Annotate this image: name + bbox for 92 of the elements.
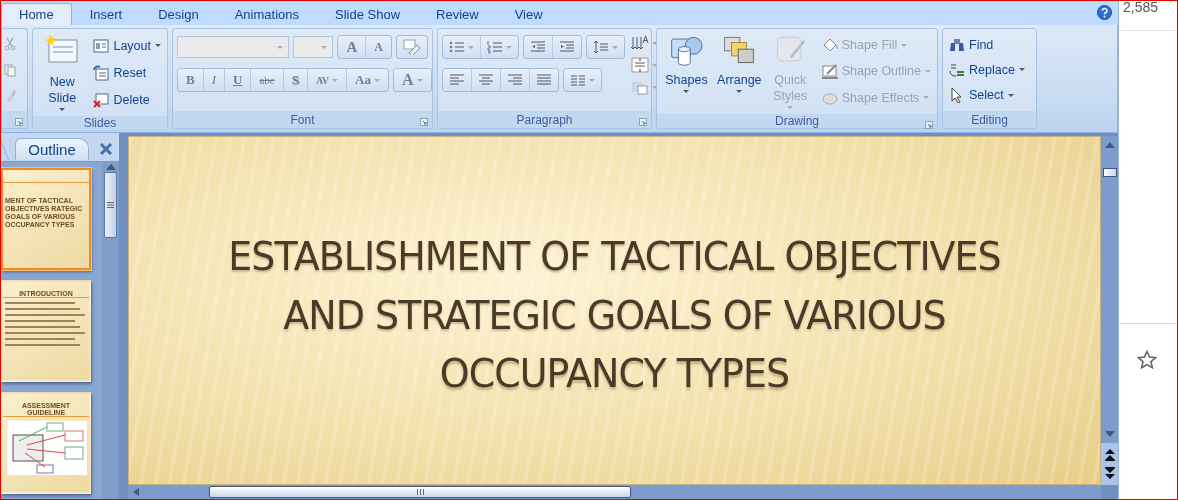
decrease-indent-icon bbox=[530, 40, 546, 54]
ribbon-command[interactable]: Replace bbox=[947, 61, 1027, 79]
group-label: Paragraph bbox=[516, 112, 573, 127]
ribbon-tab[interactable]: View bbox=[496, 3, 561, 25]
columns-icon bbox=[570, 73, 586, 87]
font-size-field[interactable] bbox=[293, 36, 334, 58]
dialog-launcher-icon[interactable] bbox=[639, 118, 647, 126]
scroll-left-icon bbox=[133, 488, 139, 496]
clear-formatting-button[interactable] bbox=[396, 35, 428, 59]
pen-icon bbox=[821, 63, 838, 80]
scroll-down-icon bbox=[1104, 431, 1115, 437]
count-text: 2,585 bbox=[1123, 1, 1159, 15]
align-text-icon bbox=[631, 57, 649, 73]
star-icon[interactable] bbox=[1137, 350, 1157, 369]
increase-indent-icon bbox=[559, 40, 575, 54]
scissors-icon bbox=[4, 37, 16, 51]
numbering-icon bbox=[487, 40, 503, 54]
group-label: Font bbox=[290, 112, 315, 127]
brush-icon bbox=[4, 89, 16, 103]
caret-icon bbox=[59, 108, 66, 111]
ribbon-tab[interactable]: Insert bbox=[71, 3, 141, 25]
scroll-up-icon bbox=[105, 164, 116, 170]
caret-icon bbox=[332, 78, 339, 82]
ribbon-command[interactable]: Layout bbox=[91, 36, 163, 55]
ribbon-command[interactable]: Select bbox=[947, 86, 1027, 105]
dialog-launcher-icon[interactable] bbox=[925, 121, 933, 129]
align-center-icon bbox=[478, 73, 494, 87]
caret-icon bbox=[373, 78, 380, 82]
scrollbar-thumb[interactable] bbox=[209, 486, 631, 498]
caret-icon bbox=[612, 45, 618, 49]
caret-icon bbox=[736, 90, 743, 93]
ribbon-tab[interactable]: Review bbox=[418, 3, 497, 25]
caret-icon bbox=[277, 45, 284, 49]
bullets-icon bbox=[449, 40, 465, 54]
new-slide-button[interactable]: New Slide bbox=[37, 32, 88, 113]
align-left-icon bbox=[449, 73, 465, 87]
grip-icon bbox=[416, 489, 424, 495]
group-label: Slides bbox=[83, 116, 117, 130]
group-label: Editing bbox=[971, 112, 1008, 127]
help-icon[interactable] bbox=[1097, 5, 1112, 20]
reset-icon bbox=[93, 64, 110, 81]
smartart-icon bbox=[631, 79, 649, 95]
drawing-button[interactable]: Shapes bbox=[661, 32, 712, 111]
delete-slide-icon bbox=[93, 91, 110, 108]
ribbon-tab[interactable]: Design bbox=[140, 3, 217, 25]
ribbon-tab[interactable]: Slide Show bbox=[317, 3, 419, 25]
scroll-up-icon bbox=[1104, 142, 1115, 148]
copy-icon bbox=[4, 63, 16, 77]
replace-icon bbox=[949, 62, 965, 78]
group-label: Drawing bbox=[775, 114, 819, 128]
caret-icon bbox=[923, 96, 930, 100]
line-spacing-button[interactable] bbox=[586, 35, 625, 59]
ribbon-command[interactable]: Delete bbox=[91, 90, 163, 109]
dialog-launcher-icon[interactable] bbox=[15, 118, 23, 126]
caret-icon bbox=[925, 70, 931, 73]
binoculars-icon bbox=[949, 36, 965, 53]
caret-icon bbox=[1007, 93, 1014, 97]
caret-icon bbox=[416, 78, 423, 82]
previous-slide-icon[interactable] bbox=[1104, 449, 1115, 461]
next-slide-icon[interactable] bbox=[1104, 467, 1115, 479]
close-icon bbox=[99, 142, 113, 156]
caret-icon bbox=[589, 78, 595, 82]
line-spacing-icon bbox=[593, 40, 609, 54]
text-direction-button[interactable] bbox=[631, 35, 658, 51]
slide-title: ESTABLISHMENT OF TACTICAL OBJECTIVES AND STRATEGIC GOALS OF VARIOUS OCCUPANCY TYPES bbox=[227, 231, 1002, 399]
caret-icon bbox=[155, 44, 161, 47]
grip-icon bbox=[107, 202, 114, 208]
ribbon-tab[interactable]: Home bbox=[1, 3, 72, 25]
layout-icon bbox=[93, 37, 110, 54]
dialog-launcher-icon[interactable] bbox=[420, 118, 428, 126]
ribbon-command[interactable]: Reset bbox=[91, 63, 163, 82]
columns-button[interactable] bbox=[563, 68, 602, 92]
drawing-button[interactable]: Arrange bbox=[713, 32, 765, 111]
ribbon-command[interactable]: Find bbox=[947, 35, 1027, 54]
scrollbar-thumb[interactable] bbox=[104, 172, 117, 238]
caret-icon bbox=[901, 43, 908, 47]
text-direction-icon bbox=[631, 35, 649, 51]
ribbon-tab[interactable]: Animations bbox=[216, 3, 317, 25]
eraser-icon bbox=[403, 39, 421, 55]
caret-icon bbox=[321, 45, 328, 49]
outline-tab[interactable]: Outline bbox=[15, 138, 89, 160]
caret-icon bbox=[468, 45, 474, 49]
new-slide-icon bbox=[45, 34, 80, 64]
align-text-button[interactable] bbox=[631, 57, 658, 73]
scrollbar-thumb[interactable] bbox=[1102, 168, 1117, 177]
caret-icon bbox=[1018, 68, 1025, 72]
caret-icon bbox=[787, 106, 794, 109]
justify-icon bbox=[536, 73, 552, 87]
font-name-field[interactable] bbox=[177, 36, 290, 58]
caret-icon bbox=[506, 45, 512, 49]
caret-icon bbox=[683, 90, 690, 93]
align-right-icon bbox=[507, 73, 523, 87]
